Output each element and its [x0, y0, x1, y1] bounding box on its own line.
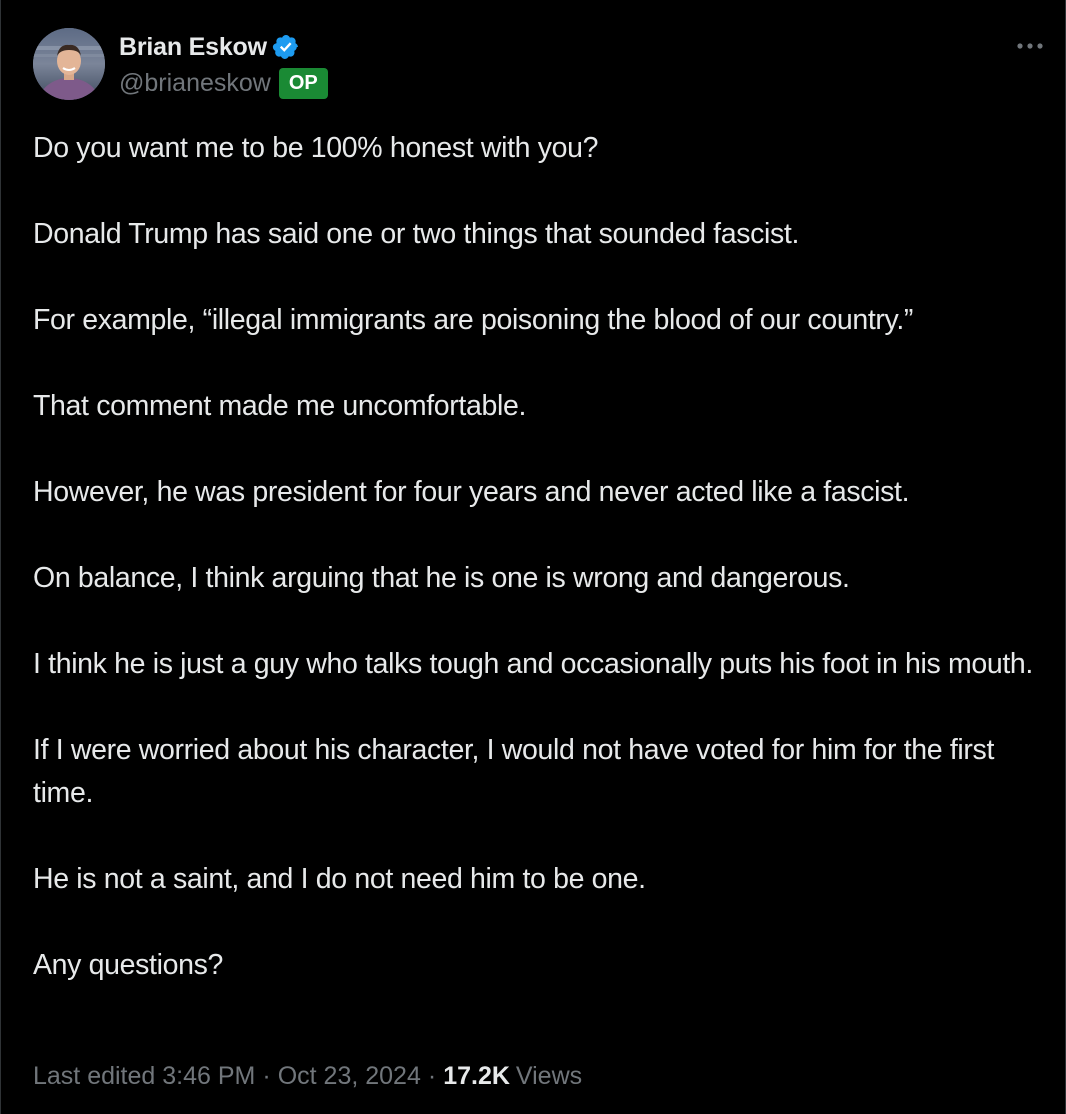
tweet-paragraph: If I were worried about his character, I…	[33, 734, 995, 809]
op-badge: OP	[278, 67, 328, 99]
tweet-paragraph: For example, “illegal immigrants are poi…	[33, 304, 914, 336]
tweet-paragraph: On balance, I think arguing that he is o…	[33, 562, 850, 594]
edited-timestamp[interactable]: Last edited 3:46 PM	[33, 1062, 255, 1091]
tweet-paragraph: I think he is just a guy who talks tough…	[33, 648, 1033, 680]
tweet-paragraph: That comment made me uncomfortable.	[33, 390, 527, 422]
meta-separator: ·	[262, 1062, 271, 1090]
author-info: Brian Eskow @brianeskow OP	[119, 30, 328, 100]
verified-badge-icon[interactable]	[272, 33, 300, 61]
author-display-name[interactable]: Brian Eskow	[119, 33, 267, 62]
tweet-paragraph: Do you want me to be 100% honest with yo…	[33, 132, 599, 164]
views-count[interactable]: 17.2K	[443, 1062, 510, 1091]
name-row: Brian Eskow	[119, 30, 328, 64]
tweet-paragraph: He is not a saint, and I do not need him…	[33, 863, 646, 895]
tweet-paragraph: However, he was president for four years…	[33, 476, 910, 508]
tweet-text: Do you want me to be 100% honest with yo…	[33, 127, 1038, 987]
avatar-image	[33, 28, 105, 100]
post-date[interactable]: Oct 23, 2024	[278, 1062, 421, 1091]
tweet-paragraph: Donald Trump has said one or two things …	[33, 218, 800, 250]
views-label: Views	[515, 1062, 583, 1090]
tweet-header: Brian Eskow @brianeskow OP	[33, 28, 1049, 104]
author-handle[interactable]: @brianeskow	[119, 69, 271, 98]
avatar[interactable]	[33, 28, 105, 100]
tweet: Brian Eskow @brianeskow OP Do you want m…	[0, 0, 1066, 1114]
more-options-icon[interactable]	[1013, 36, 1047, 56]
tweet-paragraph: Any questions?	[33, 949, 223, 981]
tweet-meta: Last edited 3:46 PM · Oct 23, 2024 · 17.…	[33, 1062, 582, 1091]
meta-separator: ·	[427, 1062, 437, 1090]
handle-row: @brianeskow OP	[119, 66, 328, 100]
